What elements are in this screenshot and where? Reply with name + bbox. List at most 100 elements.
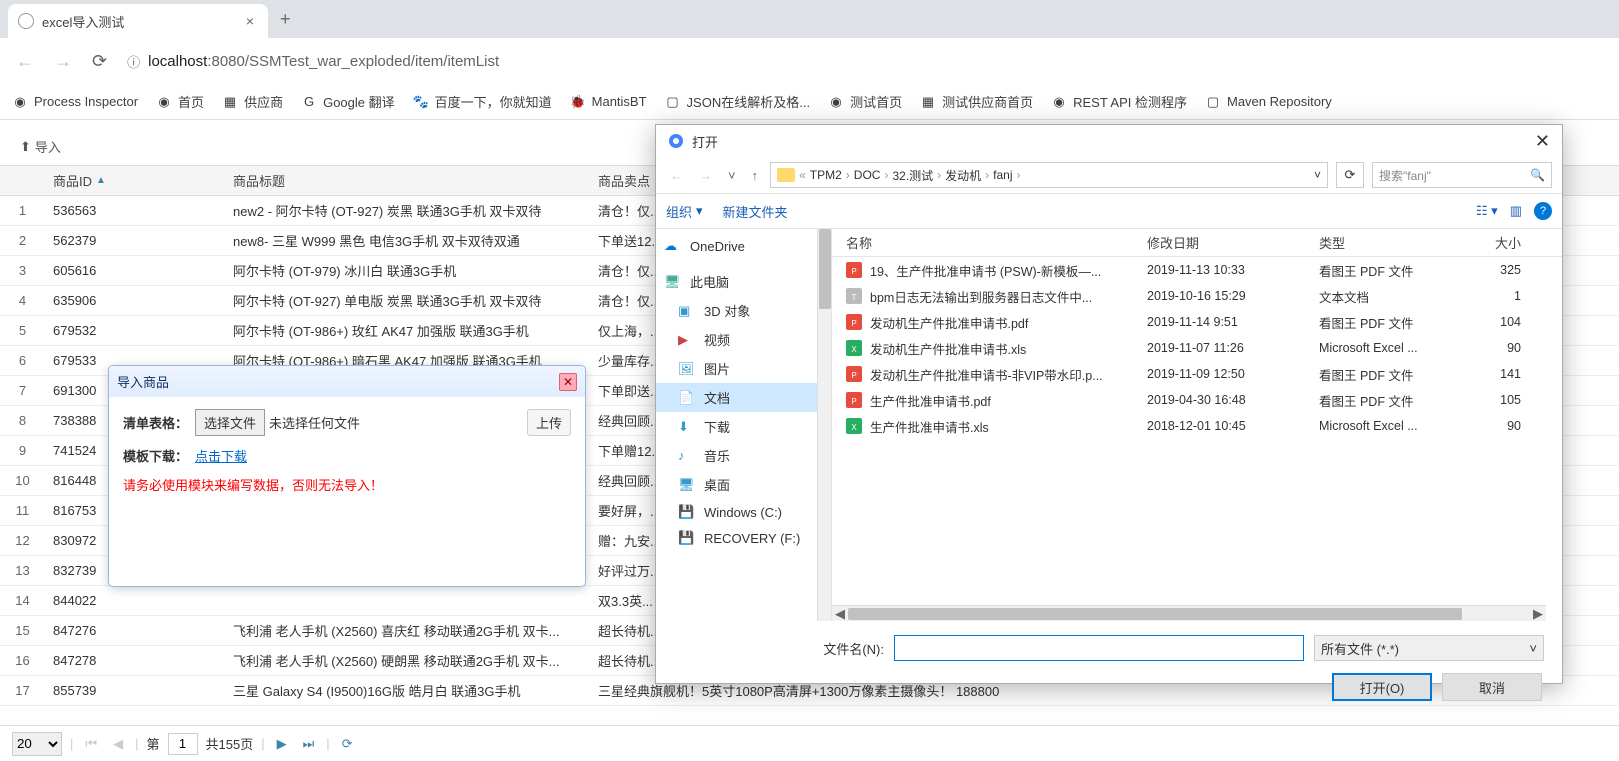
bookmark-label: 百度一下，你就知道 <box>435 92 552 111</box>
bookmark-label: Google 翻译 <box>323 92 395 111</box>
reload-button[interactable]: ⟳ <box>88 47 111 76</box>
grid-header-title[interactable]: 商品标题 <box>225 171 590 190</box>
choose-file-button[interactable]: 选择文件 <box>195 409 265 436</box>
file-row[interactable]: P发动机生产件批准申请书.pdf2019-11-14 9:51看图王 PDF 文… <box>832 309 1562 335</box>
bookmark-item[interactable]: GGoogle 翻译 <box>301 92 395 111</box>
chevron-right-icon: › <box>985 168 989 182</box>
first-page-button[interactable]: ⏮ <box>81 736 101 752</box>
fd-sb-downloads[interactable]: ⬇下载 <box>656 412 831 441</box>
file-row[interactable]: X生产件批准申请书.xls2018-12-01 10:45Microsoft E… <box>832 413 1562 439</box>
file-row[interactable]: Tbpm日志无法输出到服务器日志文件中...2019-10-16 15:29文本… <box>832 283 1562 309</box>
fd-forward-button[interactable]: → <box>695 166 716 185</box>
refresh-button[interactable]: ⟳ <box>338 736 357 752</box>
fd-help-button[interactable]: ? <box>1534 202 1552 220</box>
tab-close-icon[interactable]: × <box>242 13 258 29</box>
site-info-icon[interactable]: ⓘ <box>127 52 140 71</box>
page-size-select[interactable]: 20 <box>12 732 62 756</box>
grid-header-id[interactable]: 商品ID▲ <box>45 171 225 190</box>
fd-filetype-select[interactable]: 所有文件 (*.*)˅ <box>1314 635 1544 661</box>
fd-sb-documents[interactable]: 📄文档 <box>656 383 831 412</box>
breadcrumb-item[interactable]: 发动机 <box>945 167 981 184</box>
fd-recent-dropdown[interactable]: ˅ <box>724 166 740 185</box>
file-date: 2019-10-16 15:29 <box>1147 289 1319 303</box>
fd-organize-button[interactable]: 组织 ▾ <box>666 202 703 221</box>
upload-button[interactable]: 上传 <box>527 409 571 436</box>
file-date: 2019-11-07 11:26 <box>1147 341 1319 355</box>
bookmark-item[interactable]: ◉测试首页 <box>828 92 902 111</box>
fd-open-button[interactable]: 打开(O) <box>1332 673 1432 701</box>
document-icon: 📄 <box>678 390 696 406</box>
browser-tab[interactable]: excel导入测试 × <box>8 4 268 38</box>
fd-sb-windows-c[interactable]: 💾Windows (C:) <box>656 499 831 525</box>
bookmark-item[interactable]: ▢JSON在线解析及格... <box>665 92 811 111</box>
cell-title: 飞利浦 老人手机 (X2560) 喜庆红 移动联通2G手机 双卡... <box>225 621 590 640</box>
fd-up-button[interactable]: ↑ <box>748 166 763 185</box>
chevron-down-icon[interactable]: ˅ <box>1314 168 1321 182</box>
fd-horizontal-scrollbar[interactable]: ◀ ▶ <box>832 605 1546 621</box>
fd-col-date[interactable]: 修改日期 <box>1147 233 1319 252</box>
fd-refresh-button[interactable]: ⟳ <box>1336 162 1364 188</box>
bookmark-item[interactable]: ◉首页 <box>156 92 204 111</box>
fd-col-type[interactable]: 类型 <box>1319 233 1461 252</box>
fd-sb-pictures[interactable]: 🖼图片 <box>656 354 831 383</box>
file-name: 生产件批准申请书.xls <box>870 417 1147 436</box>
fd-view-button[interactable]: ☷ ▾ <box>1476 203 1498 219</box>
page-input[interactable] <box>168 733 198 755</box>
fd-sidebar-scrollbar[interactable] <box>817 229 831 621</box>
bookmark-icon: 🐞 <box>570 94 586 110</box>
bookmark-item[interactable]: 🐾 百度一下，你就知道 <box>413 92 552 111</box>
bookmark-item[interactable]: 🐞MantisBT <box>570 94 647 110</box>
row-number: 3 <box>0 263 45 278</box>
bookmark-icon: ◉ <box>1051 94 1067 110</box>
next-page-button[interactable]: ▶ <box>273 736 291 752</box>
bookmark-label: Maven Repository <box>1227 94 1332 109</box>
dialog-close-button[interactable]: ✕ <box>559 373 577 391</box>
file-row[interactable]: X发动机生产件批准申请书.xls2019-11-07 11:26Microsof… <box>832 335 1562 361</box>
bookmark-item[interactable]: ◉Process Inspector <box>12 94 138 110</box>
fd-sb-recovery-f[interactable]: 💾RECOVERY (F:) <box>656 525 831 551</box>
fd-back-button[interactable]: ← <box>666 166 687 185</box>
breadcrumb-item[interactable]: DOC <box>854 168 881 182</box>
svg-text:X: X <box>851 345 857 354</box>
back-button[interactable]: ← <box>12 47 38 76</box>
fd-col-size[interactable]: 大小 <box>1461 233 1521 252</box>
bookmark-label: 测试首页 <box>850 92 902 111</box>
last-page-button[interactable]: ⏭ <box>299 736 319 752</box>
breadcrumb-item[interactable]: 32.测试 <box>892 167 933 184</box>
file-row[interactable]: P19、生产件批准申请书 (PSW)-新模板—...2019-11-13 10:… <box>832 257 1562 283</box>
download-template-link[interactable]: 点击下载 <box>195 446 247 465</box>
file-row[interactable]: P发动机生产件批准申请书-非VIP带水印.p...2019-11-09 12:5… <box>832 361 1562 387</box>
url-bar[interactable]: ⓘ localhost:8080/SSMTest_war_exploded/it… <box>123 52 1607 71</box>
fd-filename-input[interactable] <box>894 635 1304 661</box>
fd-sb-3d[interactable]: ▣3D 对象 <box>656 296 831 325</box>
forward-button[interactable]: → <box>50 47 76 76</box>
fd-sb-videos[interactable]: ▶视频 <box>656 325 831 354</box>
import-button[interactable]: ⬆ 导入 <box>12 133 69 160</box>
fd-sb-desktop[interactable]: 🖥桌面 <box>656 470 831 499</box>
fd-close-button[interactable]: ✕ <box>1535 131 1550 152</box>
fd-col-name[interactable]: 名称 <box>832 233 1147 252</box>
fd-sb-music[interactable]: ♪音乐 <box>656 441 831 470</box>
fd-new-folder-button[interactable]: 新建文件夹 <box>723 202 788 221</box>
bookmark-icon: 🐾 <box>413 94 429 110</box>
fd-sidebar: ☁OneDrive 🖥此电脑 ▣3D 对象 ▶视频 🖼图片 📄文档 ⬇下载 ♪音… <box>656 229 832 621</box>
bookmark-item[interactable]: ▢Maven Repository <box>1205 94 1332 110</box>
fd-breadcrumb[interactable]: « TPM2›DOC›32.测试›发动机›fanj›˅ <box>770 162 1328 188</box>
breadcrumb-item[interactable]: TPM2 <box>810 168 842 182</box>
prev-page-button[interactable]: ◀ <box>109 736 127 752</box>
row-number: 17 <box>0 683 45 698</box>
file-name: 生产件批准申请书.pdf <box>870 391 1147 410</box>
breadcrumb-item[interactable]: fanj <box>993 168 1012 182</box>
chevron-right-icon: › <box>884 168 888 182</box>
file-row[interactable]: P生产件批准申请书.pdf2019-04-30 16:48看图王 PDF 文件1… <box>832 387 1562 413</box>
fd-cancel-button[interactable]: 取消 <box>1442 673 1542 701</box>
bookmark-item[interactable]: ▦供应商 <box>222 92 283 111</box>
new-tab-button[interactable]: + <box>268 9 303 30</box>
fd-preview-button[interactable]: ▥ <box>1510 203 1522 219</box>
fd-search-input[interactable]: 搜索"fanj" 🔍 <box>1372 162 1552 188</box>
fd-sb-thispc[interactable]: 🖥此电脑 <box>656 267 831 296</box>
bookmark-item[interactable]: ▦测试供应商首页 <box>920 92 1033 111</box>
bookmark-item[interactable]: ◉REST API 检测程序 <box>1051 92 1187 111</box>
file-type: 看图王 PDF 文件 <box>1319 261 1461 280</box>
fd-sb-onedrive[interactable]: ☁OneDrive <box>656 233 831 259</box>
